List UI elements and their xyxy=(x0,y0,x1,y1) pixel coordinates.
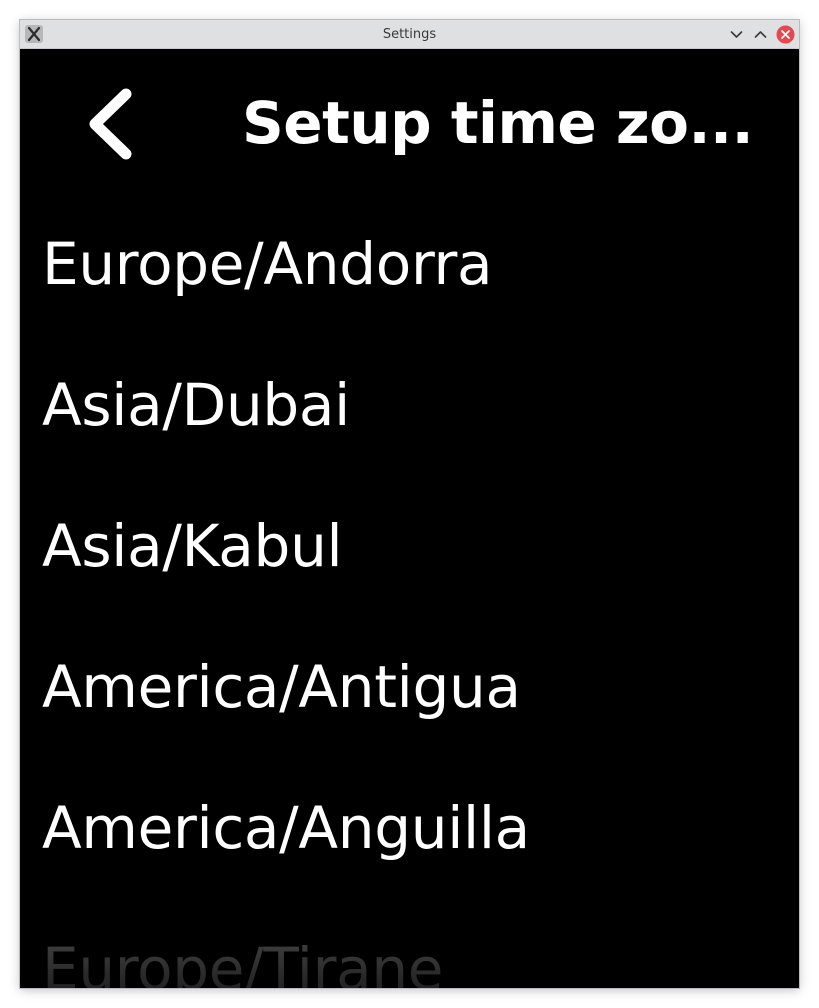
list-item-america-anguilla[interactable]: America/Anguilla xyxy=(20,763,799,904)
list-item-label: America/Anguilla xyxy=(42,794,530,862)
list-item-label: Europe/Tirane xyxy=(42,935,444,988)
timezone-page: Setup time zo... Europe/Andorra Asia/Dub… xyxy=(20,49,799,988)
maximize-button[interactable] xyxy=(750,24,771,45)
back-button[interactable] xyxy=(78,79,168,169)
list-item-label: Asia/Kabul xyxy=(42,512,343,580)
chevron-left-icon xyxy=(89,88,132,160)
timezone-list[interactable]: Europe/Andorra Asia/Dubai Asia/Kabul Ame… xyxy=(20,199,799,988)
list-item-europe-tirane[interactable]: Europe/Tirane xyxy=(20,904,799,988)
list-item-america-antigua[interactable]: America/Antigua xyxy=(20,622,799,763)
page-header: Setup time zo... xyxy=(20,49,799,199)
close-icon xyxy=(776,25,795,44)
close-button[interactable] xyxy=(775,24,796,45)
list-item-label: Asia/Dubai xyxy=(42,371,350,439)
settings-window: Settings Setup time zo... Europe/Andorra… xyxy=(20,20,799,988)
window-title: Settings xyxy=(382,27,437,42)
page-title: Setup time zo... xyxy=(242,89,754,157)
list-item-asia-kabul[interactable]: Asia/Kabul xyxy=(20,481,799,622)
chevron-up-icon xyxy=(754,31,767,38)
title-bar[interactable]: Settings xyxy=(20,20,799,49)
list-item-label: Europe/Andorra xyxy=(42,230,493,298)
chevron-down-icon xyxy=(730,31,743,38)
list-item-europe-andorra[interactable]: Europe/Andorra xyxy=(20,199,799,340)
list-item-asia-dubai[interactable]: Asia/Dubai xyxy=(20,340,799,481)
list-item-label: America/Antigua xyxy=(42,653,521,721)
minimize-button[interactable] xyxy=(726,24,747,45)
